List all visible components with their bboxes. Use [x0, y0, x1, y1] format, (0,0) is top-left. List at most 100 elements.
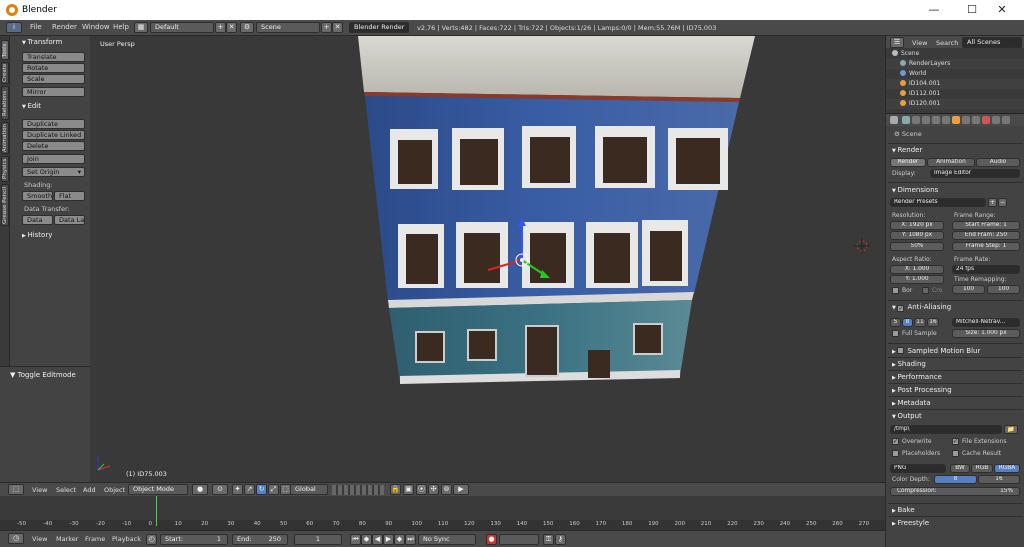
duplicate-linked-button[interactable]: Duplicate Linked	[22, 130, 85, 140]
motion-blur-panel-header[interactable]: Sampled Motion Blur	[892, 346, 980, 355]
outliner-row-object[interactable]: ID112.001	[886, 89, 1024, 99]
translate-manipulator-icon[interactable]: ↗	[244, 484, 255, 495]
output-path-field[interactable]: /tmp\	[890, 425, 1002, 434]
folder-browse-icon[interactable]: 📁	[1004, 425, 1018, 434]
end-frame-field[interactable]: End: 250	[232, 534, 288, 545]
screen-layout-icon[interactable]: ▦	[134, 22, 148, 33]
set-origin-dropdown[interactable]: Set Origin ▾	[22, 167, 85, 177]
editor-type-timeline-icon[interactable]: ◷	[8, 533, 24, 544]
color-rgb-button[interactable]: RGB	[971, 464, 993, 473]
start-frame-field[interactable]: Start: 1	[160, 534, 228, 545]
editor-type-3d-icon[interactable]: ⬚	[8, 484, 24, 495]
border-checkbox[interactable]	[892, 287, 899, 294]
aa-samples-5[interactable]: 5	[890, 318, 901, 327]
aa-samples-8[interactable]: 8	[902, 318, 913, 327]
aa-filter-dropdown[interactable]: Mitchell-Netrav...	[952, 318, 1020, 327]
vp-menu-view[interactable]: View	[32, 486, 47, 494]
transform-panel-header[interactable]: Transform	[22, 38, 62, 46]
outliner-row-object[interactable]: ID104.001	[886, 79, 1024, 89]
outliner-row-renderlayers[interactable]: RenderLayers	[886, 59, 1024, 69]
world-tab-icon[interactable]	[932, 116, 940, 124]
vp-menu-add[interactable]: Add	[83, 486, 96, 494]
remap-new-field[interactable]: 100	[987, 285, 1020, 294]
data-layout-button[interactable]: Data Layo	[54, 215, 85, 225]
current-frame-marker[interactable]	[156, 496, 157, 526]
frame-rate-dropdown[interactable]: 24 fps	[952, 265, 1020, 274]
resolution-percent-field[interactable]: 50%	[890, 242, 944, 251]
modifiers-tab-icon[interactable]	[962, 116, 970, 124]
outliner[interactable]: ☰ View Search All Scenes Scene RenderLay…	[886, 36, 1024, 114]
constraints-tab-icon[interactable]	[952, 116, 960, 124]
data-tab-icon[interactable]	[972, 116, 980, 124]
jump-start-icon[interactable]: ⏮	[350, 534, 361, 545]
properties-editor-icon[interactable]	[890, 116, 898, 124]
3d-viewport[interactable]: User Persp (1) ID75.003	[90, 36, 885, 482]
duplicate-button[interactable]: Duplicate	[22, 119, 85, 129]
play-icon[interactable]: ▶	[383, 534, 394, 545]
resolution-y-field[interactable]: Y: 1080 px	[890, 231, 944, 240]
screen-add-icon[interactable]: +	[215, 22, 226, 33]
resolution-x-field[interactable]: X: 1920 px	[890, 221, 944, 230]
delete-keyframe-icon[interactable]: ⚷	[555, 534, 566, 545]
play-reverse-icon[interactable]: ◀	[372, 534, 383, 545]
aspect-y-field[interactable]: Y: 1.000	[890, 275, 944, 284]
overwrite-checkbox[interactable]: ✓	[892, 438, 899, 445]
viewport-shading-icon[interactable]: ●	[192, 484, 208, 495]
screen-remove-icon[interactable]: ✕	[226, 22, 237, 33]
start-frame-prop[interactable]: Start Frame: 1	[952, 221, 1020, 230]
mirror-button[interactable]: Mirror	[22, 87, 85, 97]
scale-manipulator-icon[interactable]: ⤢	[268, 484, 279, 495]
jump-prev-key-icon[interactable]: ◆	[361, 534, 372, 545]
dimensions-panel-header[interactable]: Dimensions	[892, 186, 938, 194]
lock-layers-icon[interactable]: 🔒	[390, 484, 401, 495]
translate-button[interactable]: Translate	[22, 52, 85, 62]
screen-layout-field[interactable]: Default	[150, 22, 214, 33]
scene-add-icon[interactable]: +	[321, 22, 332, 33]
tl-menu-marker[interactable]: Marker	[56, 535, 78, 543]
preview-range-icon[interactable]: ◴	[146, 534, 157, 545]
flat-button[interactable]: Flat	[54, 191, 85, 201]
rotate-button[interactable]: Rotate	[22, 63, 85, 73]
editor-type-info-icon[interactable]: i	[6, 22, 22, 33]
scale-button[interactable]: Scale	[22, 74, 85, 84]
proportional-edit-icon[interactable]: ⊚	[441, 484, 452, 495]
shading-panel-header[interactable]: Shading	[892, 360, 925, 368]
tl-menu-playback[interactable]: Playback	[112, 535, 141, 543]
close-button[interactable]: ✕	[980, 0, 1024, 20]
menu-file[interactable]: File	[30, 23, 42, 31]
crop-checkbox[interactable]	[922, 287, 929, 294]
auto-keyframe-icon[interactable]: ●	[486, 534, 497, 545]
scene-tab-icon[interactable]	[922, 116, 930, 124]
output-panel-header[interactable]: Output	[892, 412, 921, 420]
tab-create[interactable]: Create	[1, 62, 9, 84]
aa-samples-16[interactable]: 16	[927, 318, 939, 327]
jump-end-icon[interactable]: ⏭	[405, 534, 416, 545]
edit-panel-header[interactable]: Edit	[22, 102, 41, 110]
color-bw-button[interactable]: BW	[950, 464, 970, 473]
texture-tab-icon[interactable]	[992, 116, 1000, 124]
file-format-dropdown[interactable]: PNG	[890, 464, 946, 473]
color-rgba-button[interactable]: RGBA	[994, 464, 1020, 473]
tl-menu-view[interactable]: View	[32, 535, 47, 543]
transform-orientation-dropdown[interactable]: Global	[290, 484, 328, 495]
motion-blur-checkbox[interactable]	[897, 347, 905, 354]
cache-result-checkbox[interactable]	[952, 450, 959, 457]
scene-field[interactable]: Scene	[256, 22, 320, 33]
render-tab-icon[interactable]	[902, 116, 910, 124]
full-sample-checkbox[interactable]	[892, 330, 899, 337]
outliner-menu-search[interactable]: Search	[936, 39, 958, 47]
outliner-row-scene[interactable]: Scene	[886, 49, 1024, 59]
tab-animation[interactable]: Animation	[1, 122, 9, 154]
aa-size-field[interactable]: Size: 1.000 px	[952, 329, 1020, 338]
metadata-panel-header[interactable]: Metadata	[892, 399, 930, 407]
freestyle-panel-header[interactable]: Freestyle	[892, 519, 929, 527]
history-panel-header[interactable]: History	[22, 231, 52, 239]
render-layers-tab-icon[interactable]	[912, 116, 920, 124]
opengl-render-icon[interactable]: ▶	[453, 484, 469, 495]
bake-panel-header[interactable]: Bake	[892, 506, 914, 514]
outliner-filter-dropdown[interactable]: All Scenes	[962, 37, 1022, 48]
animation-button[interactable]: Animation	[927, 158, 975, 167]
performance-panel-header[interactable]: Performance	[892, 373, 941, 381]
add-preset-icon[interactable]: +	[988, 198, 997, 207]
remove-preset-icon[interactable]: −	[998, 198, 1007, 207]
